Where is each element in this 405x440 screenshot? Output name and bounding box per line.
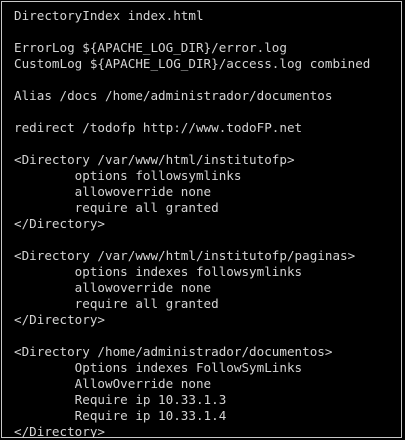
config-line: options followsymlinks <box>14 168 242 183</box>
config-line: <Directory /var/www/html/institutofp/pag… <box>14 248 356 263</box>
config-line: AllowOverride none <box>14 376 212 391</box>
config-text-area[interactable]: DirectoryIndex index.html ErrorLog ${APA… <box>14 8 401 438</box>
config-line: Alias /docs /home/administrador/document… <box>14 88 333 103</box>
config-line <box>14 232 401 248</box>
config-line <box>14 104 401 120</box>
config-line: redirect /todofp http://www.todoFP.net <box>14 120 303 135</box>
config-line: allowoverride none <box>14 184 212 199</box>
config-line <box>14 24 401 40</box>
config-line: </Directory> <box>14 424 105 438</box>
config-line: options indexes followsymlinks <box>14 264 303 279</box>
config-line: allowoverride none <box>14 280 212 295</box>
config-line <box>14 136 401 152</box>
terminal-window[interactable]: DirectoryIndex index.html ErrorLog ${APA… <box>1 1 402 438</box>
config-line: DirectoryIndex index.html <box>14 8 204 23</box>
config-line: ErrorLog ${APACHE_LOG_DIR}/error.log <box>14 40 287 55</box>
config-line: <Directory /var/www/html/institutofp> <box>14 152 295 167</box>
config-line: Require ip 10.33.1.4 <box>14 408 227 423</box>
config-line: </Directory> <box>14 216 105 231</box>
config-line <box>14 72 401 88</box>
config-line: Options indexes FollowSymLinks <box>14 360 303 375</box>
config-line: </Directory> <box>14 312 105 327</box>
config-line <box>14 328 401 344</box>
config-line: CustomLog ${APACHE_LOG_DIR}/access.log c… <box>14 56 371 71</box>
config-line: <Directory /home/administrador/documento… <box>14 344 333 359</box>
config-line: Require ip 10.33.1.3 <box>14 392 227 407</box>
config-line: require all granted <box>14 296 219 311</box>
config-line: require all granted <box>14 200 219 215</box>
